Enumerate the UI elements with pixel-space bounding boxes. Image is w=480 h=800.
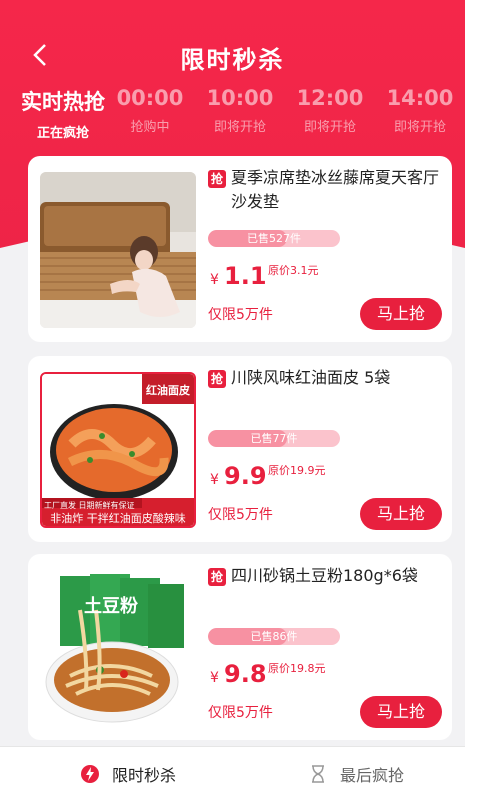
bottom-navigation: 限时秒杀 最后疯抢 <box>0 746 465 800</box>
hourglass-icon <box>312 765 324 783</box>
sold-count: 已售527件 <box>247 232 301 245</box>
tab-time: 12:00 <box>296 86 364 110</box>
product-card[interactable]: 土豆粉 抢 四川砂锅土豆粉180g*6袋 已售86件 ¥ 9.8 原价19.8元… <box>28 554 452 740</box>
image-tag: 土豆粉 <box>84 596 138 617</box>
original-price: 原价19.8元 <box>268 662 326 675</box>
original-price: 原价19.9元 <box>268 464 326 477</box>
product-image-potato-noodle: 土豆粉 <box>40 570 196 726</box>
qiang-badge: 抢 <box>208 370 226 388</box>
buy-now-button[interactable]: 马上抢 <box>360 298 442 330</box>
tab-1000[interactable]: 10:00 即将开抢 <box>195 86 285 135</box>
qiang-badge: 抢 <box>208 568 226 586</box>
stock-limit: 仅限5万件 <box>208 507 273 523</box>
product-name[interactable]: 川陕风味红油面皮 5袋 <box>231 366 449 390</box>
tab-1400[interactable]: 14:00 即将开抢 <box>375 86 465 135</box>
nav-flash-sale[interactable]: 限时秒杀 <box>80 761 176 787</box>
sold-progress: 已售86件 <box>208 628 340 645</box>
tab-state: 即将开抢 <box>213 120 266 135</box>
image-caption: 非油炸 干拌红油面皮酸辣味 <box>50 512 186 525</box>
tab-time: 00:00 <box>116 86 184 110</box>
product-name[interactable]: 四川砂锅土豆粉180g*6袋 <box>231 564 449 588</box>
sale-price: ¥ 9.9 <box>210 462 267 490</box>
time-tabs: 实时热抢 正在疯抢 00:00 抢购中 10:00 即将开抢 12:00 即将开… <box>0 86 465 146</box>
tab-time: 10:00 <box>206 86 274 110</box>
scrollbar-track <box>465 0 480 800</box>
product-image-noodle-skin: 工厂直发 日期新鲜有保证 非油炸 干拌红油面皮酸辣味 红油面皮 <box>40 372 196 528</box>
page-title: 限时秒杀 <box>180 46 285 74</box>
sale-price: ¥ 9.8 <box>210 660 267 688</box>
currency-symbol: ¥ <box>210 272 219 288</box>
product-image-sofa-mat <box>40 172 196 328</box>
stock-limit: 仅限5万件 <box>208 705 273 721</box>
sold-count: 已售86件 <box>250 630 298 643</box>
tab-state: 正在疯抢 <box>36 126 89 141</box>
price-value: 9.9 <box>224 462 267 490</box>
tab-0000[interactable]: 00:00 抢购中 <box>105 86 195 135</box>
original-price: 原价3.1元 <box>268 264 319 277</box>
tab-time: 实时热抢 <box>21 90 105 114</box>
buy-now-button[interactable]: 马上抢 <box>360 498 442 530</box>
tab-1200[interactable]: 12:00 即将开抢 <box>285 86 375 135</box>
tab-realtime[interactable]: 实时热抢 正在疯抢 <box>8 86 118 141</box>
stock-limit: 仅限5万件 <box>208 307 273 323</box>
price-value: 9.8 <box>224 660 267 688</box>
buy-now-button[interactable]: 马上抢 <box>360 696 442 728</box>
sold-progress: 已售527件 <box>208 230 340 247</box>
product-card[interactable]: 工厂直发 日期新鲜有保证 非油炸 干拌红油面皮酸辣味 红油面皮 抢 川陕风味红油… <box>28 356 452 542</box>
sold-count: 已售77件 <box>250 432 298 445</box>
sold-progress: 已售77件 <box>208 430 340 447</box>
currency-symbol: ¥ <box>210 670 219 686</box>
lightning-icon <box>81 765 99 783</box>
nav-label: 限时秒杀 <box>112 766 177 785</box>
qiang-badge: 抢 <box>208 170 226 188</box>
nav-last-rush[interactable]: 最后疯抢 <box>308 761 404 787</box>
tab-state: 即将开抢 <box>303 120 356 135</box>
top-bar: 限时秒杀 <box>0 30 465 80</box>
product-card[interactable]: 抢 夏季凉席垫冰丝藤席夏天客厅沙发垫 已售527件 ¥ 1.1 原价3.1元 仅… <box>28 156 452 342</box>
price-value: 1.1 <box>224 262 267 290</box>
sale-price: ¥ 1.1 <box>210 262 267 290</box>
currency-symbol: ¥ <box>210 472 219 488</box>
tab-state: 即将开抢 <box>393 120 446 135</box>
nav-label: 最后疯抢 <box>340 766 405 785</box>
image-tag: 红油面皮 <box>146 384 190 397</box>
tab-state: 抢购中 <box>130 120 170 135</box>
product-name[interactable]: 夏季凉席垫冰丝藤席夏天客厅沙发垫 <box>231 166 449 214</box>
tab-time: 14:00 <box>386 86 454 110</box>
